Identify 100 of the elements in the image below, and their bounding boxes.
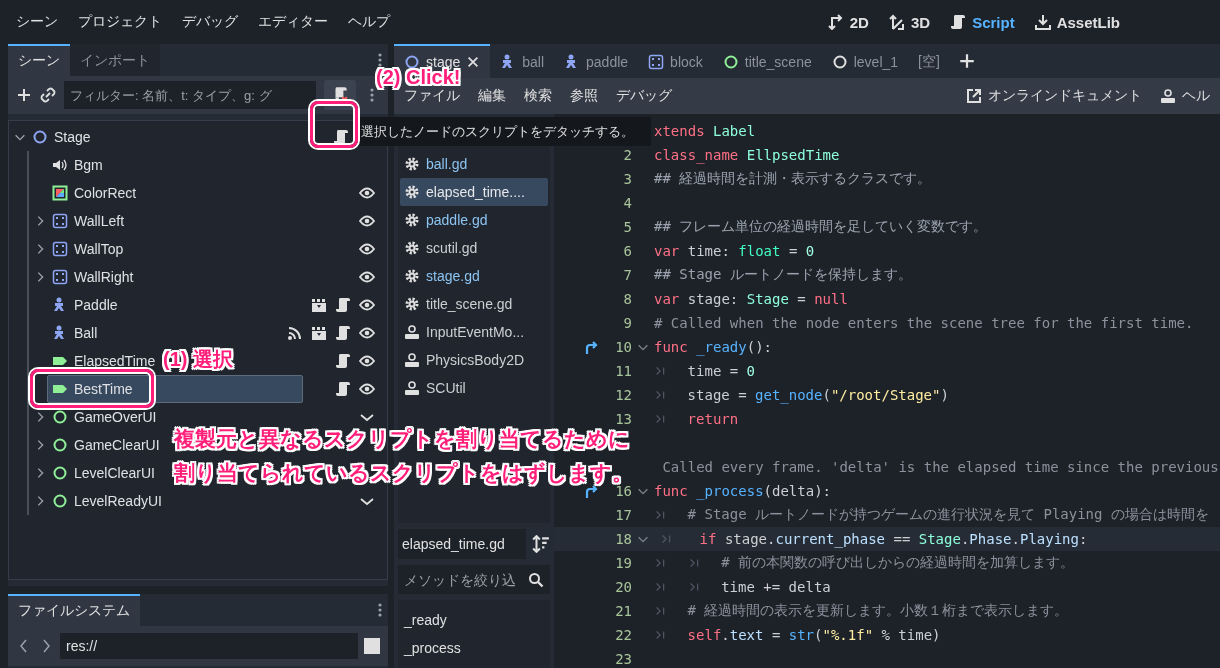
override-arrow-icon [584, 339, 600, 355]
script-tab[interactable]: paddle [554, 44, 639, 78]
script-list-item[interactable]: paddle.gd [400, 206, 548, 234]
eye-icon[interactable] [359, 269, 375, 285]
code-line: ## フレーム単位の経過時間を足していく変数です。 [654, 218, 988, 236]
gear-icon [404, 268, 420, 284]
code-line: class_name EllpsedTime [654, 147, 840, 163]
menu-item[interactable]: ヘルプ [348, 13, 390, 31]
circle-icon [52, 493, 68, 509]
toggle-square-icon[interactable] [364, 638, 380, 654]
method-filter-field[interactable]: メソッドを絞り込 [398, 565, 550, 594]
scene-tree-item[interactable]: ElapsedTime [47, 347, 157, 375]
script-list-item[interactable]: PhysicsBody2D [400, 346, 548, 374]
script-tab[interactable]: [空] [908, 44, 950, 78]
help-button[interactable]: ヘル [1160, 87, 1210, 105]
menu-item[interactable]: デバッグ [182, 13, 238, 31]
eye-icon[interactable] [359, 241, 375, 257]
scene-tree-item[interactable]: Paddle [47, 291, 119, 319]
scroll-icon[interactable] [333, 129, 349, 145]
sort-icon[interactable] [532, 535, 550, 554]
scroll-icon[interactable] [335, 381, 351, 397]
code-line: if stage.current_phase == Stage.Phase.Playing: [699, 531, 1088, 547]
online-docs-link[interactable]: オンラインドキュメント [966, 87, 1142, 105]
scroll-icon[interactable] [335, 353, 351, 369]
eye-icon[interactable] [359, 353, 375, 369]
doc-icon [1160, 88, 1176, 104]
dock-tab[interactable]: シーン [8, 44, 70, 76]
plus-icon[interactable] [16, 87, 32, 103]
menu-item[interactable]: デバッグ [616, 87, 672, 105]
code-line: # 経過時間の表示を更新します。小数１桁まで表示します。 [687, 602, 1069, 620]
scene-tree-item[interactable]: WallLeft [47, 207, 126, 235]
circle-icon [52, 465, 68, 481]
script-list-item[interactable]: InputEventMo... [400, 318, 548, 346]
scene-tree-item[interactable]: Stage [27, 123, 92, 151]
clapperboard-icon[interactable] [311, 325, 327, 341]
scene-tree-item[interactable]: BestTime [47, 375, 303, 403]
annotation-text: 割り当てられているスクリプトをはずします。 [174, 460, 633, 486]
doc-icon [404, 324, 420, 340]
scene-tree-item[interactable]: LevelReadyUI [47, 487, 163, 515]
line-number: 13 [615, 411, 632, 427]
download-icon [1034, 14, 1051, 30]
menu-item[interactable]: プロジェクト [78, 13, 162, 31]
search-icon [528, 571, 544, 588]
clapperboard-icon[interactable] [311, 297, 327, 313]
menu-item[interactable]: 編集 [478, 87, 506, 105]
axes-icon [888, 14, 905, 30]
workspace-button[interactable]: Script [950, 13, 1015, 31]
line-number: 17 [615, 507, 632, 523]
scene-tree-item[interactable]: GameClearUI [47, 431, 161, 459]
scene-tree-item[interactable]: WallTop [47, 235, 125, 263]
code-line: # 前の本関数の呼び出しからの経過時間を加算します。 [721, 554, 1075, 572]
code-line: Called every frame. 'delta' is the elapsed time since the previous [661, 459, 1219, 475]
script-list-item[interactable]: scutil.gd [400, 234, 548, 262]
menu-item[interactable]: シーン [16, 13, 58, 31]
dock-tab[interactable]: ファイルシステム [8, 594, 140, 626]
scene-tree-item[interactable]: LevelClearUI [47, 459, 156, 487]
scroll-icon[interactable] [335, 297, 351, 313]
gear-icon [404, 296, 420, 312]
dock-tab[interactable]: インポート [70, 44, 160, 76]
menu-item[interactable]: 検索 [524, 87, 552, 105]
scene-tree-item[interactable]: Bgm [47, 151, 104, 179]
workspace-button[interactable]: 3D [888, 13, 931, 31]
scene-tree-item[interactable]: ColorRect [47, 179, 138, 207]
script-list-item[interactable]: elapsed_time.... [400, 178, 548, 206]
workspace-button[interactable]: AssetLib [1034, 13, 1120, 31]
filter-field[interactable]: フィルター: 名前、t: タイプ、g: グ [64, 81, 316, 109]
signal-icon[interactable] [287, 325, 303, 341]
annotation-text: 複製元と異なるスクリプトを割り当てるために [174, 426, 630, 453]
workspace-button[interactable]: 2D [827, 13, 869, 31]
script-list-item[interactable]: ball.gd [400, 150, 548, 178]
scene-tree-item[interactable]: Ball [47, 319, 99, 347]
script-tab[interactable]: level_1 [821, 44, 909, 78]
eye-icon[interactable] [359, 185, 375, 201]
script-tab[interactable]: title_scene [712, 44, 822, 78]
link-icon[interactable] [40, 87, 56, 103]
code-line: var time: float = 0 [654, 243, 815, 259]
scene-tree-item[interactable]: WallRight [47, 263, 135, 291]
scroll-icon[interactable] [335, 325, 351, 341]
line-number: 9 [623, 315, 632, 331]
eye-icon[interactable] [359, 381, 375, 397]
menu-item[interactable]: 参照 [570, 87, 598, 105]
menu-item[interactable]: エディター [258, 13, 328, 31]
line-number: 3 [623, 171, 632, 187]
script-list-item[interactable]: title_scene.gd [400, 290, 548, 318]
external-link-icon [966, 88, 982, 104]
menu-item[interactable]: ファイル [404, 87, 460, 105]
eye-icon[interactable] [359, 213, 375, 229]
method-item[interactable]: _ready [404, 606, 544, 634]
line-number: 21 [615, 603, 632, 619]
eye-icon[interactable] [359, 297, 375, 313]
script-tab[interactable]: ball [490, 44, 555, 78]
script-list-item[interactable]: SCUtil [400, 374, 548, 402]
method-item[interactable]: _process [404, 634, 544, 662]
close-icon[interactable] [466, 55, 481, 69]
scene-tree-item[interactable]: GameOverUI [47, 403, 158, 431]
path-field[interactable]: res:// [60, 633, 358, 659]
script-list-item[interactable]: stage.gd [400, 262, 548, 290]
dotted-square-icon [648, 54, 665, 70]
eye-icon[interactable] [359, 325, 375, 341]
script-tab[interactable]: block [638, 44, 713, 78]
